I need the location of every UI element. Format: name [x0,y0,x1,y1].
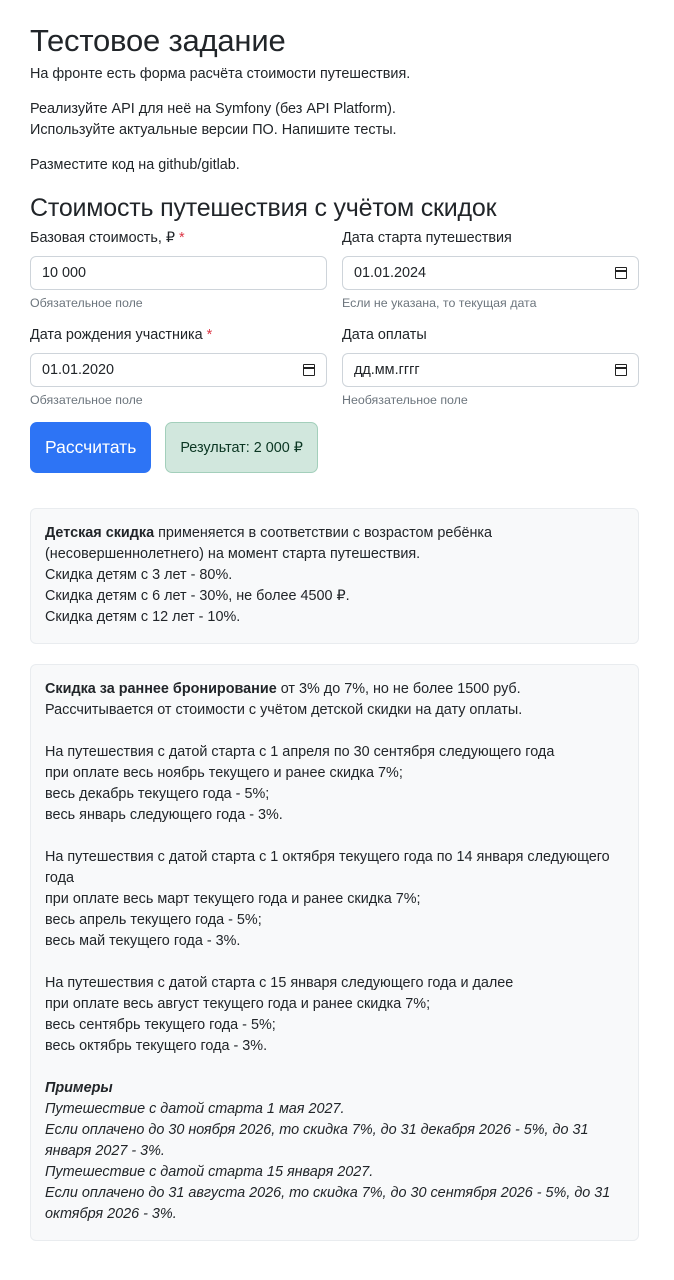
child-discount-title: Детская скидка [45,525,155,541]
pay-date-value: дд.мм.гггг [354,362,420,378]
pay-date-input[interactable]: дд.мм.гггг [342,353,639,387]
text-line: от 3% до 7%, но не более 1500 руб. [280,681,521,697]
example-line: Путешествие с датой старта 15 января 202… [45,1164,374,1180]
start-date-group: Дата старта путешествия 01.01.2024 Если … [342,228,639,325]
intro-text: На фронте есть форма расчёта стоимости п… [30,66,411,82]
start-date-help: Если не указана, то текущая дата [342,296,537,310]
early-booking-card: Скидка за раннее бронирование от 3% до 7… [30,664,639,1241]
calendar-icon[interactable] [615,364,627,376]
birth-date-group: Дата рождения участника * 01.01.2020 Обя… [30,325,327,422]
child-discount-text: Детская скидка применяется в соответстви… [45,523,624,544]
text-line: при оплате весь август текущего года и р… [45,996,431,1012]
base-cost-input[interactable]: 10 000 [30,256,327,290]
pay-date-help: Необязательное поле [342,393,468,407]
example-line: Если оплачено до 30 ноября 2026, то скид… [45,1122,589,1138]
text-line: Скидка детям с 3 лет - 80%. [45,567,233,583]
example-line: Путешествие с датой старта 1 мая 2027. [45,1101,345,1117]
page-title: Тестовое задание [30,23,286,58]
early-booking-text: Скидка за раннее бронирование от 3% до 7… [45,679,624,700]
base-cost-label: Базовая стоимость, ₽ * [30,228,327,248]
pay-date-group: Дата оплаты дд.мм.гггг Необязательное по… [342,325,639,422]
base-cost-help: Обязательное поле [30,296,143,310]
early-booking-title: Скидка за раннее бронирование [45,681,277,697]
text-line: Скидка детям с 6 лет - 30%, не более 450… [45,588,350,604]
pay-date-label: Дата оплаты [342,327,427,343]
form-title: Стоимость путешествия с учётом скидок [30,194,497,222]
text-line: весь декабрь текущего года - 5%; [45,786,270,802]
text-line: при оплате весь март текущего года и ран… [45,891,421,907]
text-line: весь январь следующего года - 3%. [45,807,283,823]
calendar-icon[interactable] [303,364,315,376]
example-line: января 2027 - 3%. [45,1143,165,1159]
child-discount-card: Детская скидка применяется в соответстви… [30,508,639,644]
travel-form: Базовая стоимость, ₽ * 10 000 Обязательн… [30,228,639,422]
birth-date-help: Обязательное поле [30,393,143,407]
start-date-value: 01.01.2024 [354,265,427,281]
text-line: весь май текущего года - 3%. [45,933,241,949]
intro: На фронте есть форма расчёта стоимости п… [30,64,639,176]
base-cost-label-text: Базовая стоимость, ₽ [30,230,176,246]
text-line: На путешествия с датой старта с 15 январ… [45,975,514,991]
text-line: На путешествия с датой старта с 1 апреля… [45,744,555,760]
example-line: Если оплачено до 31 августа 2026, то ски… [45,1185,611,1201]
text-line: года [45,870,75,886]
result-alert: Результат: 2 000 ₽ [165,422,318,473]
base-cost-group: Базовая стоимость, ₽ * 10 000 Обязательн… [30,228,327,325]
birth-date-label: Дата рождения участника * [30,325,327,345]
intro-line: Реализуйте API для неё на Symfony (без A… [30,101,396,117]
text-line: весь апрель текущего года - 5%; [45,912,262,928]
text-line: Рассчитывается от стоимости с учётом дет… [45,702,523,718]
intro-text: Реализуйте API для неё на Symfony (без A… [30,99,639,141]
examples-title: Примеры [45,1080,113,1096]
calendar-icon[interactable] [615,267,627,279]
base-cost-value: 10 000 [42,265,87,281]
example-line: октября 2026 - 3%. [45,1206,177,1222]
intro-line: Используйте актуальные версии ПО. Напиши… [30,122,397,138]
page: Тестовое задание На фронте есть форма ра… [0,0,674,1280]
examples-heading: Примеры [45,1078,624,1099]
text-line: На путешествия с датой старта с 1 октябр… [45,849,610,865]
form-actions: Рассчитать Результат: 2 000 ₽ [30,422,639,473]
start-date-label: Дата старта путешествия [342,230,512,246]
text-line: весь сентябрь текущего года - 5%; [45,1017,276,1033]
required-mark: * [206,327,213,343]
text-line: применяется в соответствии с возрастом р… [158,525,493,541]
birth-date-input[interactable]: 01.01.2020 [30,353,327,387]
text-line: (несовершеннолетнего) на момент старта п… [45,546,421,562]
required-mark: * [179,230,185,246]
birth-date-value: 01.01.2020 [42,362,115,378]
text-line: весь октябрь текущего года - 3%. [45,1038,268,1054]
text-line: при оплате весь ноябрь текущего и ранее … [45,765,403,781]
calculate-button[interactable]: Рассчитать [30,422,152,473]
text-line: Скидка детям с 12 лет - 10%. [45,609,241,625]
start-date-input[interactable]: 01.01.2024 [342,256,639,290]
intro-text: Разместите код на github/gitlab. [30,157,240,173]
birth-date-label-text: Дата рождения участника [30,327,203,343]
